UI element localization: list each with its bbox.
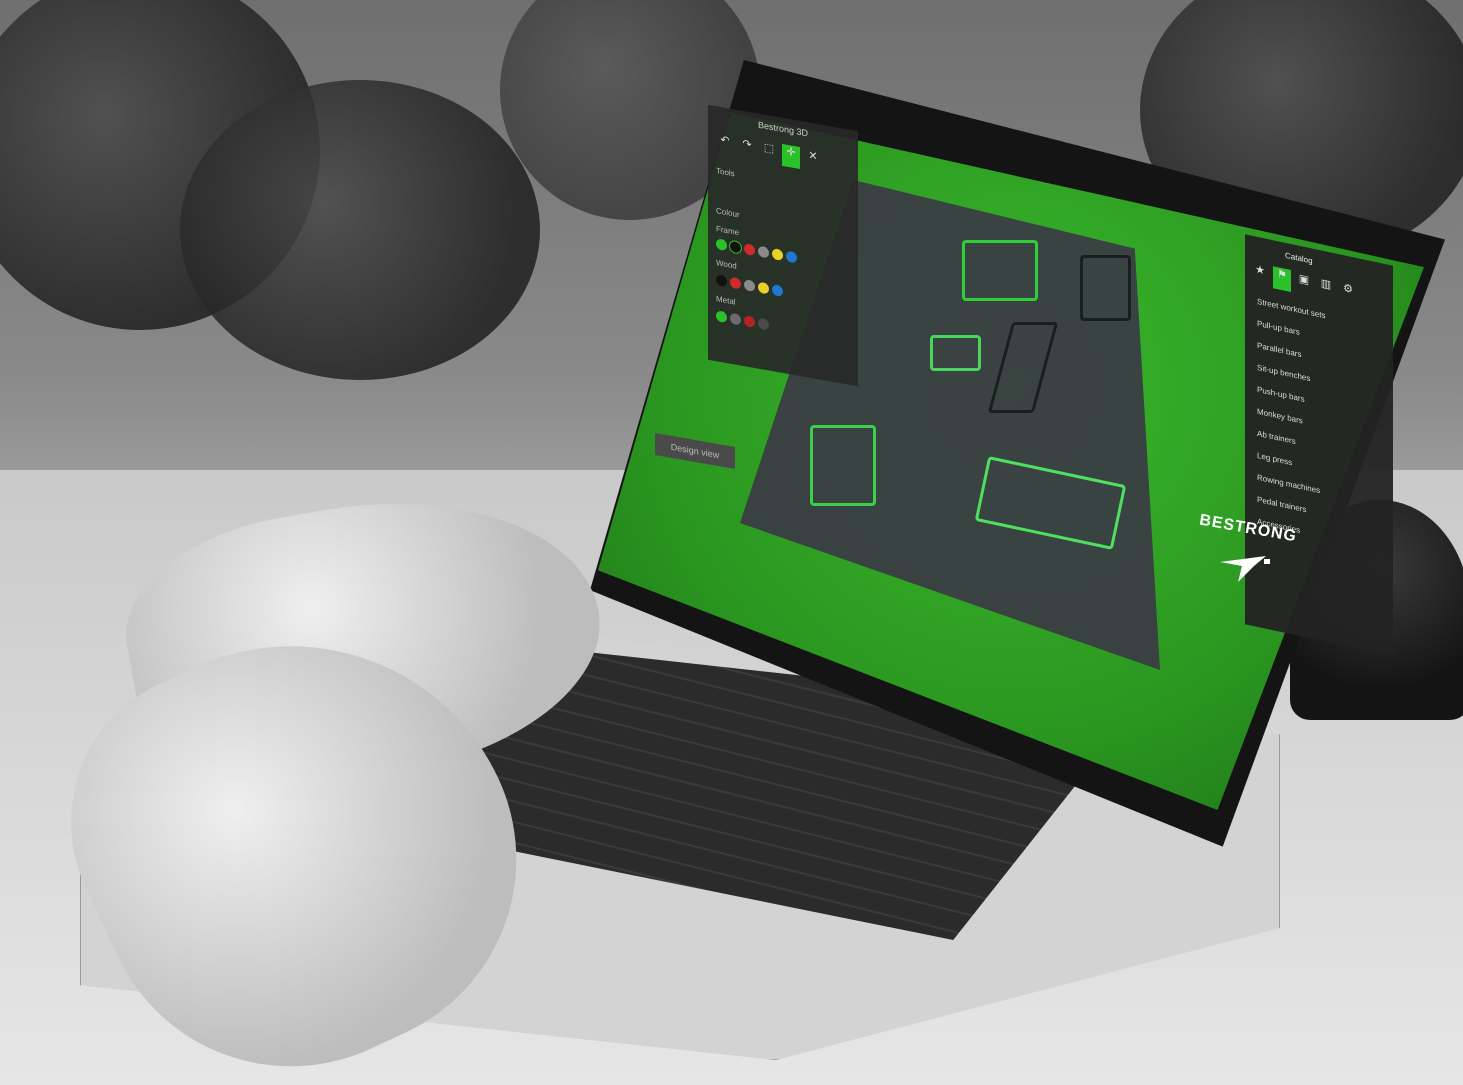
color-swatch[interactable] xyxy=(716,310,727,324)
color-swatch[interactable] xyxy=(772,248,783,261)
equipment-model[interactable] xyxy=(962,240,1038,301)
color-swatch[interactable] xyxy=(744,243,755,257)
undo-icon[interactable]: ↶ xyxy=(716,132,734,157)
color-swatch[interactable] xyxy=(744,279,755,293)
tools-panel: Bestrong 3D ↶ ↷ ⬚ ✛ ✕ Tools Colour Frame… xyxy=(708,104,858,387)
color-swatch[interactable] xyxy=(730,312,741,326)
photo-scene: Bestrong 3D ↶ ↷ ⬚ ✛ ✕ Tools Colour Frame… xyxy=(0,0,1463,1085)
grid-icon[interactable]: ▣ xyxy=(1295,271,1313,297)
section-label-frame: Frame xyxy=(716,224,740,238)
favorites-icon[interactable]: ★ xyxy=(1251,262,1269,288)
move-icon[interactable]: ✛ xyxy=(782,143,800,169)
section-label-wood: Wood xyxy=(716,258,737,271)
color-swatch[interactable] xyxy=(716,274,727,288)
color-swatch[interactable] xyxy=(772,284,783,297)
color-swatch[interactable] xyxy=(730,276,741,290)
panel-title: Catalog xyxy=(1285,250,1313,266)
color-swatch[interactable] xyxy=(758,245,769,259)
redo-icon[interactable]: ↷ xyxy=(738,136,756,161)
color-swatch[interactable] xyxy=(786,250,797,264)
flag-icon[interactable]: ⚑ xyxy=(1273,266,1291,293)
color-swatch[interactable] xyxy=(729,239,742,255)
equipment-model[interactable] xyxy=(930,335,981,371)
equipment-model[interactable] xyxy=(810,425,876,506)
delete-icon[interactable]: ✕ xyxy=(804,148,822,173)
equipment-model[interactable] xyxy=(1080,255,1131,321)
color-swatch[interactable] xyxy=(744,315,755,329)
plant-foliage xyxy=(180,80,540,380)
catalog-panel: Catalog ★ ⚑ ▣ ▥ ⚙ Street workout sets Pu… xyxy=(1245,234,1393,656)
color-swatch[interactable] xyxy=(716,238,727,252)
section-label-colour: Colour xyxy=(716,206,740,220)
mark-icon xyxy=(1220,556,1270,582)
settings-icon[interactable]: ⚙ xyxy=(1339,280,1357,306)
color-swatch[interactable] xyxy=(758,281,769,295)
select-icon[interactable]: ⬚ xyxy=(760,140,778,165)
bars-icon[interactable]: ▥ xyxy=(1317,276,1335,302)
section-label-tools: Tools xyxy=(716,166,735,179)
panel-title: Bestrong 3D xyxy=(758,119,809,139)
section-label-metal: Metal xyxy=(716,294,736,307)
color-swatch[interactable] xyxy=(758,317,769,331)
